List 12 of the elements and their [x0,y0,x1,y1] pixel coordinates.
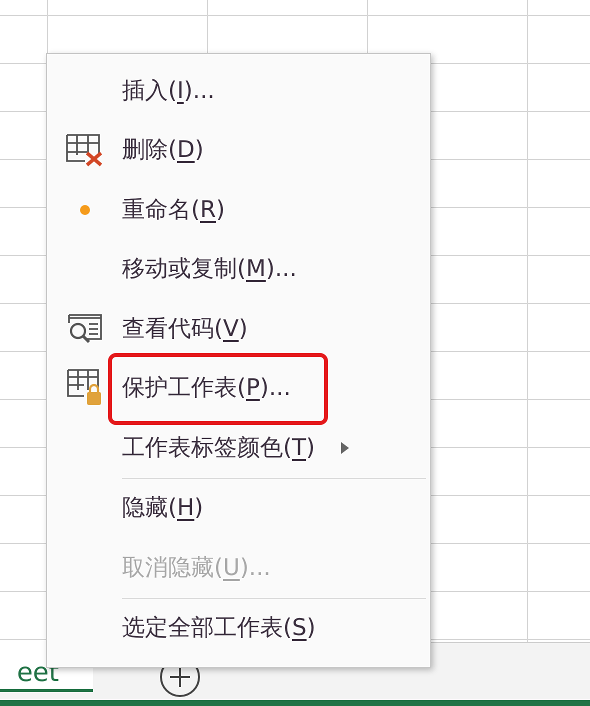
menu-item[interactable]: 隐藏(H) [122,491,204,526]
menu-item[interactable]: 选定全部工作表(S) [122,611,316,646]
menu-item[interactable]: 工作表标签颜色(T) [122,430,316,465]
menu-item[interactable]: 插入(I)... [122,74,215,108]
bullet-icon [80,204,90,215]
menu-item[interactable]: 保护工作表(P)... [122,371,291,406]
submenu-arrow-icon [341,442,350,454]
menu-item[interactable]: 移动或复制(M)... [122,252,297,286]
menu-item[interactable]: 删除(D) [122,133,204,168]
menu-item[interactable]: 重命名(R) [122,192,225,227]
menu-item[interactable]: 查看代码(V) [122,312,248,346]
delete-sheet-icon [64,133,104,168]
